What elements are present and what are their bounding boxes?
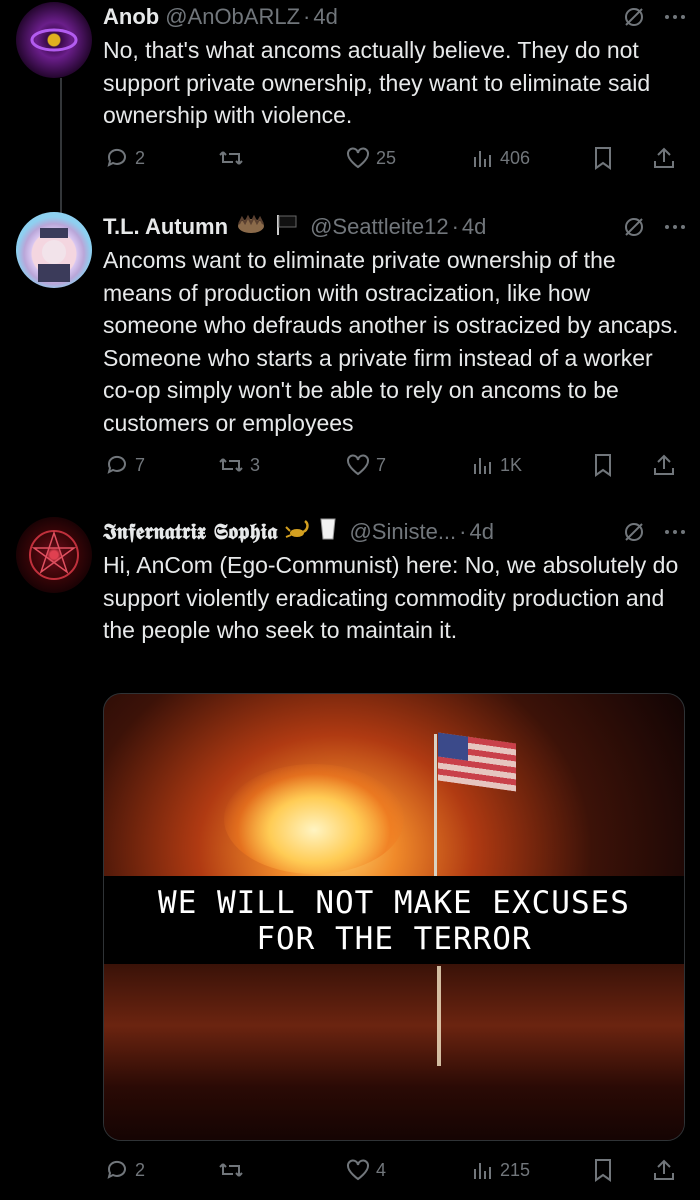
display-name[interactable]: 𝕴𝖓𝖋𝖊𝖗𝖓𝖆𝖙𝖗𝖎𝖝 𝕾𝖔𝖕𝖍𝖎𝖆 (103, 519, 277, 545)
more-icon[interactable] (664, 14, 686, 20)
milk-glass-emoji-icon (319, 517, 337, 547)
reply-icon (107, 455, 126, 474)
display-name[interactable]: T.L. Autumn (103, 214, 228, 240)
avatar[interactable] (16, 212, 92, 288)
person-avatar-icon (38, 228, 70, 282)
media-caption: WE WILL NOT MAKE EXCUSES FOR THE TERROR (104, 876, 684, 966)
share-icon (654, 147, 674, 168)
views-count: 1K (500, 454, 523, 475)
reply-button[interactable]: 2 (105, 1158, 145, 1182)
separator-dot: · (459, 519, 467, 544)
like-button[interactable]: 25 (346, 147, 396, 169)
reply-icon (107, 1160, 126, 1179)
bookmark-icon (595, 1159, 611, 1182)
repost-button[interactable] (218, 146, 250, 170)
eye-avatar-icon (30, 28, 78, 52)
share-button[interactable] (652, 146, 676, 170)
separator-dot: · (451, 214, 459, 239)
reply-count: 7 (135, 454, 146, 475)
bookmark-button[interactable] (593, 453, 613, 477)
flagpole (434, 734, 437, 884)
grok-icon[interactable] (622, 5, 646, 29)
post-time[interactable]: 4d (469, 519, 493, 545)
repost-button[interactable] (218, 1158, 250, 1182)
post-text: Ancoms want to eliminate private ownersh… (103, 247, 679, 436)
post-header: Anob @AnObARLZ · 4d (103, 2, 686, 32)
separator-dot: · (303, 4, 311, 29)
reply-count: 2 (135, 147, 146, 168)
views-count: 406 (500, 147, 531, 168)
media-caption-line-2: FOR THE TERROR (256, 921, 532, 957)
hedgehog-emoji-icon (236, 214, 266, 240)
more-icon[interactable] (664, 529, 686, 535)
views-button[interactable]: 406 (472, 147, 530, 169)
reply-button[interactable]: 7 (105, 453, 145, 477)
post-media-image[interactable]: WE WILL NOT MAKE EXCUSES FOR THE TERROR (103, 693, 685, 1141)
user-handle[interactable]: @Seattleite12 (310, 214, 449, 240)
views-icon (474, 458, 491, 474)
repost-count: 3 (250, 454, 261, 475)
post-actions: 2 25 406 (0, 143, 700, 173)
like-icon (347, 454, 369, 476)
post-text: Hi, AnCom (Ego-Communist) here: No, we a… (103, 552, 679, 643)
views-icon (474, 1163, 491, 1179)
like-button[interactable]: 4 (346, 1159, 386, 1181)
post-anob[interactable]: Anob @AnObARLZ · 4d No, that's what anco… (0, 0, 700, 190)
share-button[interactable] (652, 453, 676, 477)
repost-icon (219, 458, 243, 472)
views-count: 215 (500, 1159, 531, 1180)
post-header: T.L. Autumn @Seattleite12 · 4d (103, 212, 686, 242)
like-icon (347, 1159, 369, 1181)
user-handle[interactable]: @Siniste... (349, 519, 456, 545)
like-count: 7 (376, 454, 387, 475)
post-infernatrix-sophia[interactable]: 𝕴𝖓𝖋𝖊𝖗𝖓𝖆𝖙𝖗𝖎𝖝 𝕾𝖔𝖕𝖍𝖎𝖆 @Siniste... · 4d Hi, … (0, 515, 700, 1200)
avatar[interactable] (16, 2, 92, 78)
share-icon (654, 1159, 674, 1180)
views-icon (474, 151, 491, 167)
bookmark-icon (595, 454, 611, 477)
reply-button[interactable]: 2 (105, 146, 145, 170)
views-button[interactable]: 215 (472, 1159, 530, 1181)
sigil-avatar-icon (29, 530, 79, 580)
like-count: 25 (376, 147, 397, 168)
avatar[interactable] (16, 517, 92, 593)
post-actions: 7 3 7 1K (0, 450, 700, 480)
like-count: 4 (376, 1159, 387, 1180)
repost-icon (219, 1163, 243, 1177)
post-tl-autumn[interactable]: T.L. Autumn @Seattleite12 · 4d Ancoms wa… (0, 210, 700, 490)
post-text: No, that's what ancoms actually believe.… (103, 37, 651, 128)
fire-flame (224, 764, 404, 874)
reply-count: 2 (135, 1159, 146, 1180)
post-time[interactable]: 4d (462, 214, 486, 240)
burning-ground (104, 964, 684, 1140)
post-time[interactable]: 4d (313, 4, 337, 30)
share-icon (654, 454, 674, 475)
post-actions: 2 4 215 (0, 1155, 700, 1185)
bookmark-button[interactable] (593, 1158, 613, 1182)
black-flag-icon (274, 213, 298, 241)
more-icon[interactable] (664, 224, 686, 230)
repost-icon (219, 151, 243, 165)
scorpion-emoji-icon (285, 517, 311, 547)
grok-icon[interactable] (622, 520, 646, 544)
bookmark-icon (595, 147, 611, 170)
repost-button[interactable]: 3 (218, 453, 260, 477)
views-button[interactable]: 1K (472, 454, 522, 476)
grok-icon[interactable] (622, 215, 646, 239)
american-flag (438, 732, 516, 792)
bookmark-button[interactable] (593, 146, 613, 170)
share-button[interactable] (652, 1158, 676, 1182)
post-header: 𝕴𝖓𝖋𝖊𝖗𝖓𝖆𝖙𝖗𝖎𝖝 𝕾𝖔𝖕𝖍𝖎𝖆 @Siniste... · 4d (103, 517, 686, 547)
user-handle[interactable]: @AnObARLZ (165, 4, 300, 30)
display-name[interactable]: Anob (103, 4, 159, 30)
like-icon (347, 147, 369, 169)
flagpole-reflection (437, 966, 441, 1066)
reply-icon (107, 148, 126, 167)
like-button[interactable]: 7 (346, 454, 386, 476)
media-caption-line-1: WE WILL NOT MAKE EXCUSES (158, 885, 630, 921)
